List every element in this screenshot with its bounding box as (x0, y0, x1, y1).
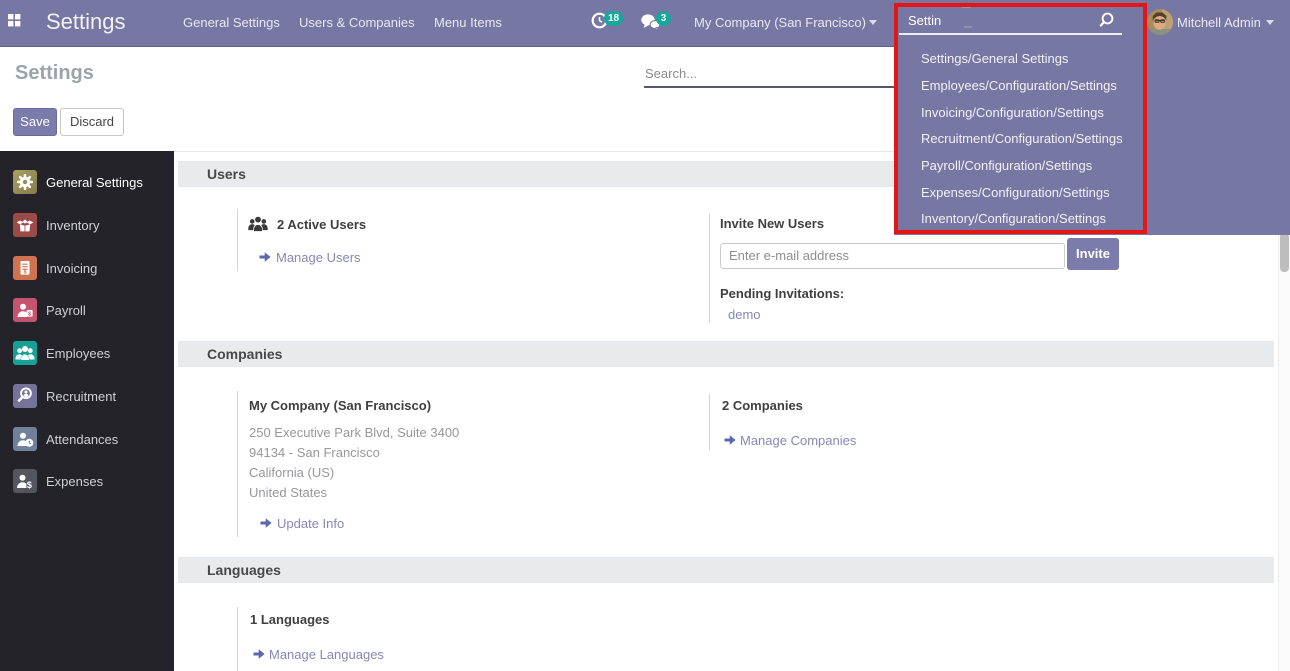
svg-text:$: $ (27, 480, 32, 490)
svg-text:$: $ (23, 269, 26, 275)
